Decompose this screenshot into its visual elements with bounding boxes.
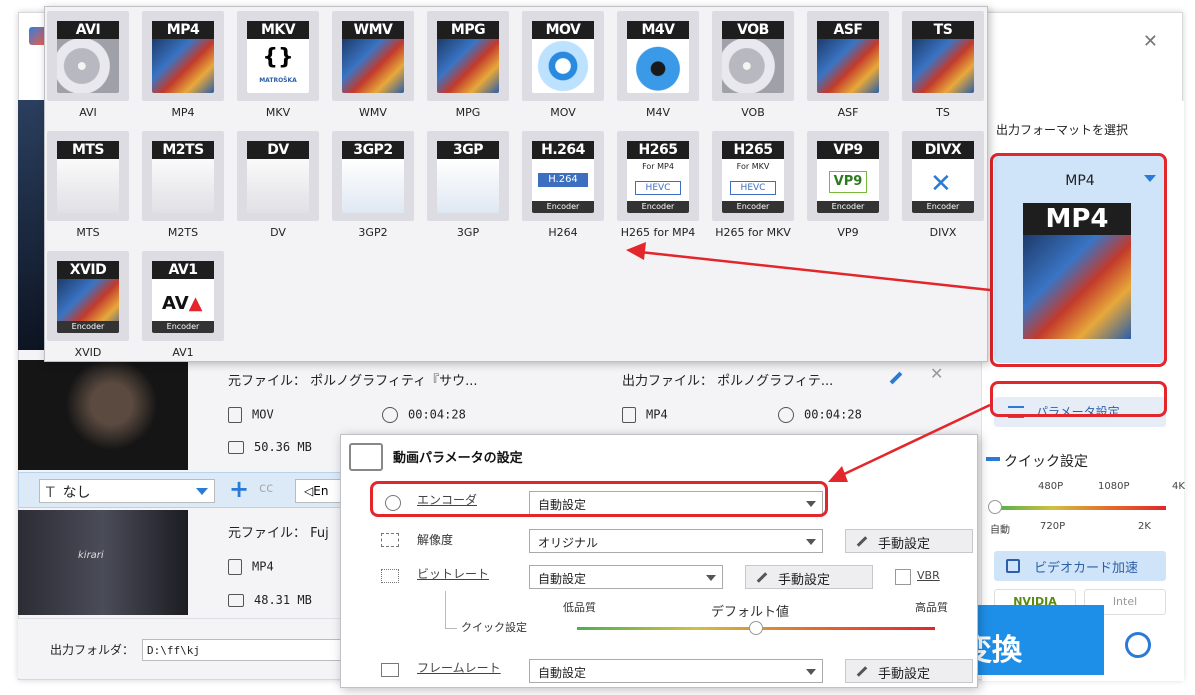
- arrow-to-format-grid: [639, 250, 991, 292]
- arrow-to-encoder: [839, 403, 991, 478]
- arrow-head: [626, 242, 646, 260]
- annotation-arrows: [626, 242, 991, 482]
- arrow-head: [828, 466, 848, 482]
